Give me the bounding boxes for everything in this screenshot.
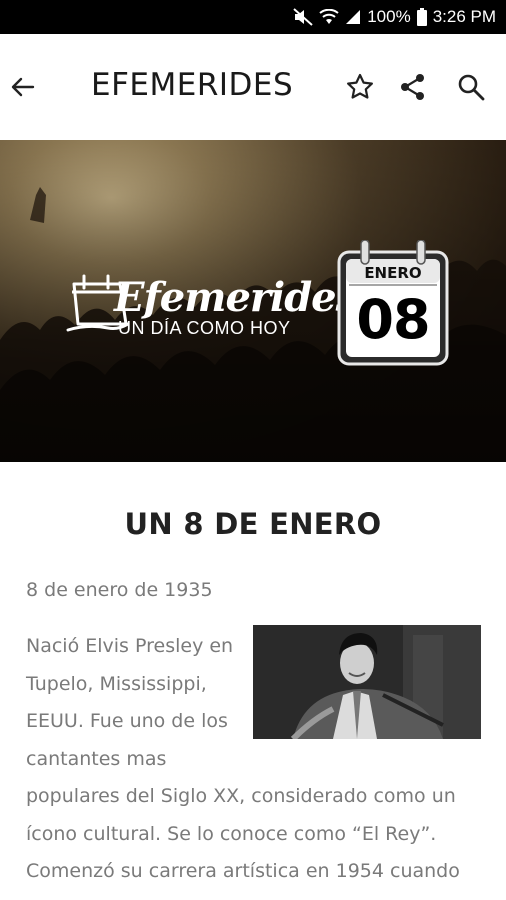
hero-banner: Efemerides UN DÍA COMO HOY ENERO 08 [0, 140, 506, 462]
calendar-month: ENERO [364, 264, 422, 282]
page-title: EFEMERIDES [91, 67, 294, 103]
calendar-icon: ENERO 08 [337, 240, 449, 366]
mute-icon [293, 8, 313, 26]
article-heading: UN 8 DE ENERO [124, 507, 382, 541]
calendar-day: 08 [356, 288, 430, 351]
back-arrow-icon[interactable] [8, 72, 38, 102]
battery-icon [416, 8, 427, 26]
signal-icon [345, 9, 361, 25]
battery-percent: 100% [367, 7, 411, 26]
logo-title: Efemerides [114, 274, 358, 321]
article-date: 8 de enero de 1935 [26, 579, 213, 601]
article-body-container: Nació Elvis Presley en Tupelo, Mississip… [26, 625, 488, 900]
search-icon[interactable] [456, 72, 486, 102]
app-bar: EFEMERIDES [0, 34, 506, 140]
share-icon[interactable] [398, 72, 428, 102]
logo-subtitle: UN DÍA COMO HOY [118, 318, 291, 338]
wifi-icon [319, 9, 339, 25]
clock: 3:26 PM [432, 7, 496, 26]
efemerides-logo: Efemerides UN DÍA COMO HOY [66, 268, 358, 358]
status-bar: 100% 3:26 PM [0, 0, 506, 34]
elvis-presley-photo [253, 625, 481, 739]
star-icon[interactable] [345, 72, 375, 102]
